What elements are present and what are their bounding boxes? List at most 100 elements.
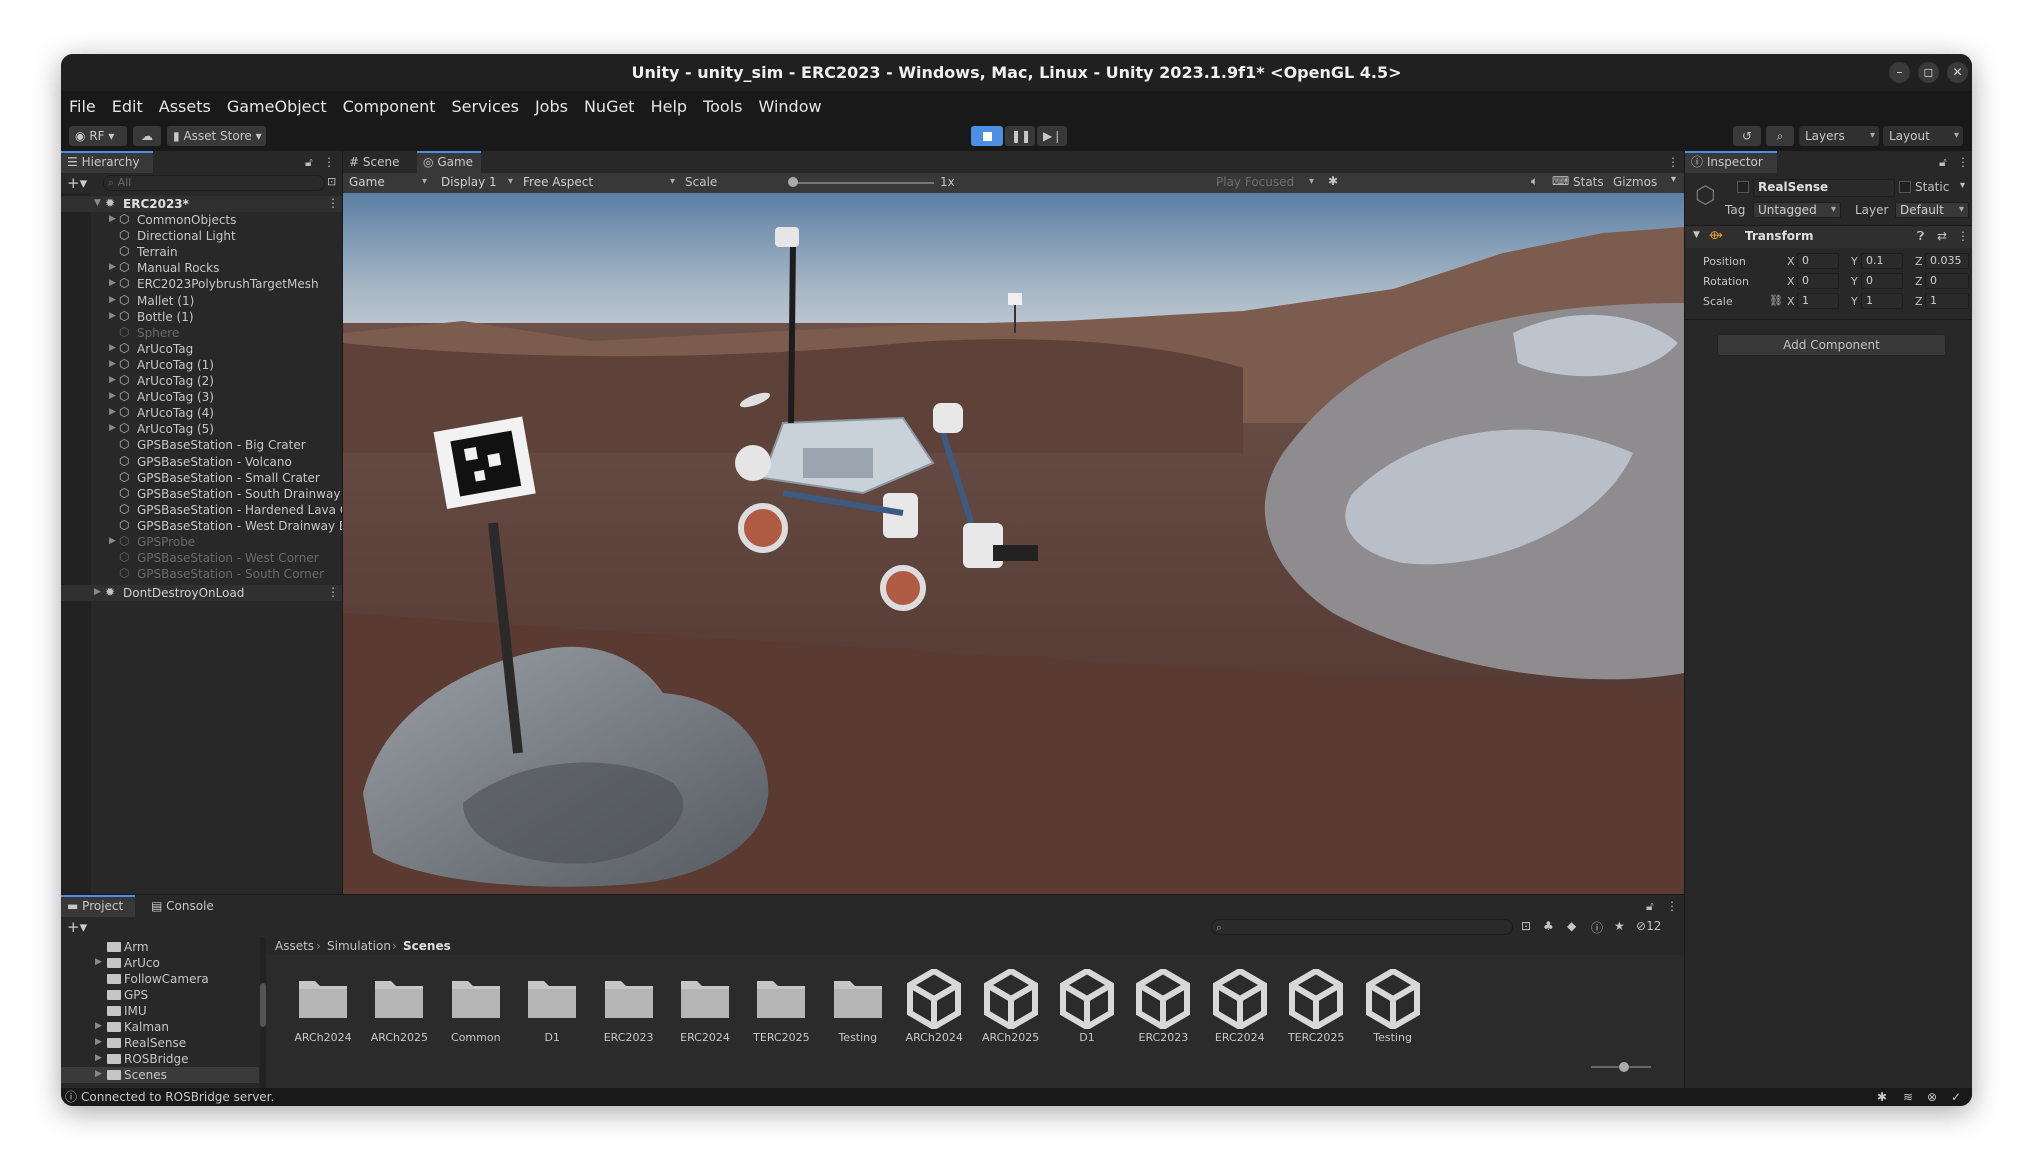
menu-assets[interactable]: Assets <box>159 97 211 116</box>
hierarchy-item[interactable]: ▶ ⬡ Mallet (1) <box>61 293 342 309</box>
status-ok-icon[interactable]: ✓ <box>1951 1088 1961 1106</box>
hierarchy-item[interactable]: ▶ ⬡ ArUcoTag (3) <box>61 389 342 405</box>
project-tree-item[interactable]: ▶ ROSBridge <box>61 1051 259 1067</box>
cloud-button[interactable]: ☁ <box>133 126 161 146</box>
minimize-button[interactable]: – <box>1889 62 1910 83</box>
tag-icon[interactable]: ◆ <box>1567 919 1576 933</box>
asset-store-button[interactable]: ▮ Asset Store ▾ <box>167 126 266 146</box>
static-dropdown-icon[interactable]: ▾ <box>1960 180 1965 191</box>
folder-asset[interactable]: ERC2023 <box>593 969 665 1044</box>
hierarchy-item[interactable]: ⬡ GPSBaseStation - South Drainway B <box>61 486 342 502</box>
hierarchy-item[interactable]: ▶ ⬡ GPSProbe <box>61 534 342 550</box>
expand-arrow-icon[interactable]: ▶ <box>109 311 116 321</box>
folder-asset[interactable]: D1 <box>516 969 588 1044</box>
expand-arrow-icon[interactable]: ▶ <box>109 295 116 305</box>
rotation-z-field[interactable]: 0 <box>1925 273 1969 289</box>
static-checkbox[interactable] <box>1899 181 1911 193</box>
expand-arrow-icon[interactable]: ▶ <box>109 278 116 288</box>
layout-dropdown[interactable]: Layout <box>1883 126 1963 146</box>
network-icon[interactable]: ⊗ <box>1927 1088 1937 1106</box>
expand-arrow-icon[interactable]: ▶ <box>95 957 102 967</box>
menu-help[interactable]: Help <box>651 97 687 116</box>
hierarchy-item[interactable]: ▶ ⬡ CommonObjects <box>61 212 342 228</box>
expand-arrow-icon[interactable]: ▶ <box>95 1037 102 1047</box>
hierarchy-item[interactable]: ▶ ⬡ ArUcoTag <box>61 341 342 357</box>
scene-asset[interactable]: D1 <box>1051 967 1123 1044</box>
scene-asset[interactable]: TERC2025 <box>1280 967 1352 1044</box>
collapse-arrow-icon[interactable]: ▶ <box>94 587 101 597</box>
tab-inspector[interactable]: ⓘ Inspector <box>1685 151 1777 173</box>
status-message[interactable]: Connected to ROSBridge server. <box>81 1088 274 1106</box>
warning-icon[interactable]: ⓘ <box>1591 919 1603 936</box>
hierarchy-item[interactable]: ⬡ GPSBaseStation - Volcano <box>61 454 342 470</box>
hierarchy-item[interactable]: ▶ ⬡ ArUcoTag (1) <box>61 357 342 373</box>
lock-icon[interactable]: 🔓︎ <box>1939 151 1947 173</box>
kebab-menu-icon[interactable]: ⋮ <box>1667 151 1679 173</box>
project-tree-item[interactable]: Arm <box>61 939 259 955</box>
folder-asset[interactable]: ERC2024 <box>669 969 741 1044</box>
game-viewport[interactable] <box>343 193 1684 894</box>
help-icon[interactable]: ❓︎ <box>1917 229 1924 244</box>
project-tree-item[interactable]: FollowCamera <box>61 971 259 987</box>
kebab-menu-icon[interactable]: ⋮ <box>1957 151 1969 173</box>
expand-arrow-icon[interactable]: ▶ <box>109 343 116 353</box>
expand-arrow-icon[interactable]: ▶ <box>109 407 116 417</box>
audio-icon[interactable]: 🔈︎ <box>1531 174 1538 189</box>
expand-arrow-icon[interactable]: ▶ <box>95 1069 102 1079</box>
hidden-packages-icon[interactable]: ⊘12 <box>1636 919 1661 933</box>
cache-server-icon[interactable]: ≋ <box>1903 1088 1913 1106</box>
tag-dropdown[interactable]: Untagged <box>1753 202 1841 218</box>
folder-asset[interactable]: ARCh2025 <box>363 969 435 1044</box>
lock-icon[interactable]: 🔓︎ <box>305 151 313 173</box>
bug-icon[interactable]: ✱ <box>1328 174 1338 188</box>
project-tree-item[interactable]: ▶ Scenes <box>61 1067 259 1083</box>
play-button[interactable] <box>971 126 1003 146</box>
scene-asset[interactable]: ARCh2025 <box>975 967 1047 1044</box>
hierarchy-item[interactable]: ⬡ Terrain <box>61 244 342 260</box>
menu-window[interactable]: Window <box>758 97 821 116</box>
object-name-field[interactable]: RealSense <box>1753 179 1895 197</box>
rotation-y-field[interactable]: 0 <box>1861 273 1903 289</box>
scene-row[interactable]: ▼ ✹ ERC2023* ⋮ <box>61 196 342 212</box>
menu-file[interactable]: File <box>69 97 96 116</box>
expand-arrow-icon[interactable]: ▶ <box>109 262 116 272</box>
kebab-menu-icon[interactable]: ⋮ <box>1957 229 1969 243</box>
tree-scroll-thumb[interactable] <box>260 983 266 1027</box>
kebab-menu-icon[interactable]: ⋮ <box>1666 895 1678 917</box>
preset-icon[interactable]: ⇄ <box>1937 229 1947 243</box>
create-icon[interactable]: +▾ <box>67 918 87 936</box>
step-button[interactable]: ▶❘ <box>1037 126 1067 146</box>
menu-services[interactable]: Services <box>451 97 518 116</box>
search-by-type-icon[interactable]: ⊡ <box>1521 919 1531 933</box>
position-y-field[interactable]: 0.1 <box>1861 253 1903 269</box>
hierarchy-item[interactable]: ▶ ⬡ ArUcoTag (5) <box>61 421 342 437</box>
menu-edit[interactable]: Edit <box>112 97 143 116</box>
expand-arrow-icon[interactable]: ▶ <box>109 391 116 401</box>
layers-dropdown[interactable]: Layers <box>1799 126 1879 146</box>
hierarchy-item[interactable]: ⬡ GPSBaseStation - Hardened Lava C <box>61 502 342 518</box>
tab-hierarchy[interactable]: ☰ Hierarchy <box>61 151 153 173</box>
scale-slider-track[interactable] <box>789 182 934 184</box>
play-focused-dropdown[interactable]: Play Focused <box>1212 175 1318 191</box>
hierarchy-item[interactable]: ⬡ Directional Light <box>61 228 342 244</box>
add-icon[interactable]: +▾ <box>67 174 87 192</box>
hierarchy-item[interactable]: ⬡ GPSBaseStation - Big Crater <box>61 437 342 453</box>
expand-arrow-icon[interactable]: ▶ <box>109 375 116 385</box>
gizmos-button[interactable]: Gizmos <box>1613 175 1657 189</box>
position-z-field[interactable]: 0.035 <box>1925 253 1969 269</box>
breadcrumb-simulation[interactable]: Simulation <box>327 939 391 953</box>
project-tree-item[interactable]: IMU <box>61 1003 259 1019</box>
search-by-label-icon[interactable]: ♣ <box>1543 919 1554 933</box>
expand-arrow-icon[interactable]: ▶ <box>95 1021 102 1031</box>
scene-asset[interactable]: ERC2023 <box>1127 967 1199 1044</box>
stats-button[interactable]: Stats <box>1573 175 1604 189</box>
pause-button[interactable]: ❚❚ <box>1005 126 1035 146</box>
hierarchy-item[interactable]: ⬡ GPSBaseStation - West Corner <box>61 550 342 566</box>
close-button[interactable]: ✕ <box>1947 62 1968 83</box>
menu-gameobject[interactable]: GameObject <box>227 97 327 116</box>
hierarchy-item[interactable]: ▶ ⬡ ArUcoTag (4) <box>61 405 342 421</box>
expand-arrow-icon[interactable]: ▼ <box>94 198 101 208</box>
position-x-field[interactable]: 0 <box>1797 253 1839 269</box>
project-search-input[interactable]: ⌕ <box>1211 919 1513 935</box>
scale-slider-handle[interactable] <box>788 177 798 187</box>
